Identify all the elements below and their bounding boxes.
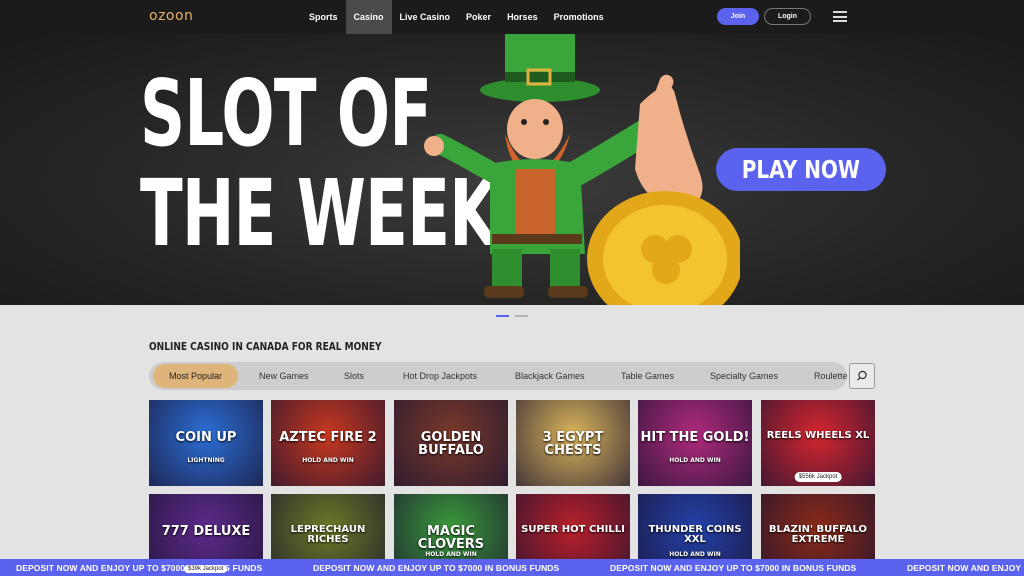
tab-new-games[interactable]: New Games bbox=[259, 364, 309, 388]
game-subtitle: LIGHTNING bbox=[187, 457, 225, 465]
tab-hot-drop-jackpots[interactable]: Hot Drop Jackpots bbox=[403, 364, 477, 388]
game-title: HIT THE GOLD! bbox=[640, 429, 750, 445]
hero-banner[interactable]: SLOT OF THE WEEK PLAY NOW bbox=[0, 34, 1024, 305]
nav-casino[interactable]: Casino bbox=[345, 0, 392, 34]
game-subtitle: HOLD AND WIN bbox=[669, 551, 721, 559]
game-title: AZTEC FIRE 2 bbox=[279, 429, 377, 445]
ticker-message-3: DEPOSIT NOW AND ENJOY UP TO $7000 IN BON… bbox=[610, 563, 857, 573]
game-tile[interactable]: 3 EGYPT CHESTS bbox=[516, 400, 630, 486]
carousel-dot-2[interactable] bbox=[515, 315, 528, 317]
tab-specialty-games[interactable]: Specialty Games bbox=[710, 364, 778, 388]
game-title: COIN UP bbox=[175, 429, 237, 445]
game-subtitle: HOLD AND WIN bbox=[302, 457, 354, 465]
play-now-button[interactable]: PLAY NOW bbox=[716, 148, 886, 191]
game-subtitle: HOLD AND WIN bbox=[425, 551, 477, 559]
game-tile[interactable]: HIT THE GOLD! HOLD AND WIN bbox=[638, 400, 752, 486]
ozoon-logo[interactable]: ozoon bbox=[149, 8, 193, 24]
carousel-dots bbox=[496, 315, 528, 317]
nav-live-casino[interactable]: Live Casino bbox=[392, 0, 459, 34]
game-title: 777 DELUXE bbox=[161, 523, 251, 539]
top-header: ozoon Sports Casino Live Casino Poker Ho… bbox=[0, 0, 1024, 34]
game-title: MAGIC CLOVERS bbox=[417, 523, 485, 552]
promo-ticker[interactable]: DEPOSIT NOW AND ENJOY UP TO $7000 IN BON… bbox=[0, 559, 1024, 576]
category-tabs: Most Popular New Games Slots Hot Drop Ja… bbox=[149, 362, 847, 390]
game-tile[interactable]: COIN UP LIGHTNING bbox=[149, 400, 263, 486]
nav-promotions[interactable]: Promotions bbox=[546, 0, 612, 34]
game-subtitle: HOLD AND WIN bbox=[669, 457, 721, 465]
hamburger-icon[interactable] bbox=[833, 11, 847, 22]
ticker-message-2: DEPOSIT NOW AND ENJOY UP TO $7000 IN BON… bbox=[313, 563, 560, 573]
join-button[interactable]: Join bbox=[717, 8, 759, 25]
game-tile[interactable]: GOLDEN BUFFALO bbox=[394, 400, 508, 486]
game-title: SUPER HOT CHILLI bbox=[521, 523, 625, 535]
game-title: REELS WHEELS XL bbox=[766, 429, 870, 441]
main-nav: Sports Casino Live Casino Poker Horses P… bbox=[301, 0, 612, 34]
ticker-message-4: DEPOSIT NOW AND ENJOY UP TO $7000 IN BON… bbox=[907, 563, 1024, 573]
game-title: THUNDER COINS XXL bbox=[648, 523, 742, 545]
game-title: GOLDEN BUFFALO bbox=[418, 429, 484, 458]
play-now-label: PLAY NOW bbox=[741, 155, 861, 184]
game-tile[interactable]: REELS WHEELS XL $556k Jackpot bbox=[761, 400, 875, 486]
game-title: BLAZIN' BUFFALO EXTREME bbox=[768, 523, 868, 545]
game-title: LEPRECHAUN RICHES bbox=[290, 523, 366, 545]
nav-sports[interactable]: Sports bbox=[301, 0, 346, 34]
tab-most-popular[interactable]: Most Popular bbox=[153, 364, 238, 388]
nav-poker[interactable]: Poker bbox=[458, 0, 499, 34]
search-icon bbox=[857, 370, 867, 381]
jackpot-badge-777: $39k Jackpot bbox=[184, 565, 228, 573]
login-button[interactable]: Login bbox=[764, 8, 811, 25]
carousel-dot-1[interactable] bbox=[496, 315, 509, 317]
nav-horses[interactable]: Horses bbox=[499, 0, 546, 34]
leprechaun-illustration bbox=[424, 34, 740, 305]
tab-blackjack-games[interactable]: Blackjack Games bbox=[515, 364, 585, 388]
search-button[interactable] bbox=[849, 363, 875, 389]
game-tile[interactable]: AZTEC FIRE 2 HOLD AND WIN bbox=[271, 400, 385, 486]
section-title: ONLINE CASINO IN CANADA FOR REAL MONEY bbox=[149, 340, 382, 353]
tab-slots[interactable]: Slots bbox=[344, 364, 364, 388]
jackpot-badge: $556k Jackpot bbox=[794, 472, 842, 482]
game-title: 3 EGYPT CHESTS bbox=[542, 429, 604, 458]
tab-roulette[interactable]: Roulette bbox=[814, 364, 847, 388]
tab-table-games[interactable]: Table Games bbox=[621, 364, 674, 388]
